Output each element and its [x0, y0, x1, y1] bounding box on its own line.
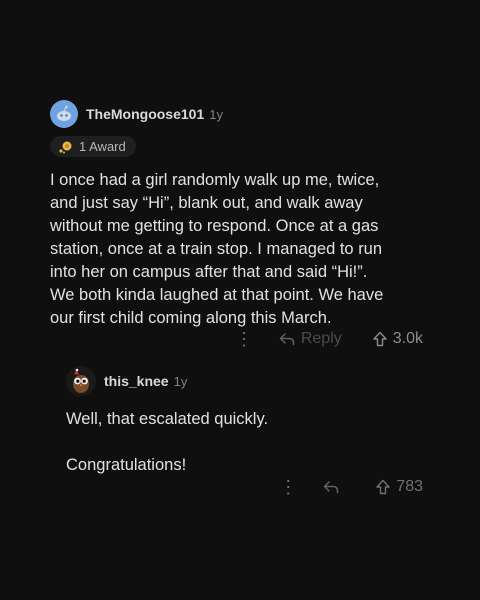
award-icon: [58, 140, 74, 154]
comment-actions: ⋮ 783: [279, 478, 423, 496]
comment-header: this_knee 1y: [66, 366, 430, 396]
reply-button[interactable]: Reply: [279, 330, 342, 348]
username[interactable]: this_knee: [104, 373, 169, 389]
reddit-avatar-icon: [57, 105, 71, 121]
comment-this-knee: this_knee 1y Well, that escalated quickl…: [66, 366, 430, 477]
vote-count: 3.0k: [392, 330, 423, 347]
award-count: 1 Award: [79, 139, 126, 154]
reply-label: Reply: [300, 330, 342, 347]
reply-arrow-icon: [324, 481, 339, 494]
award-badge[interactable]: 1 Award: [50, 136, 136, 157]
comment-themongoose101: TheMongoose101 1y 1 Award I once had a g…: [50, 100, 430, 330]
comment-header: TheMongoose101 1y: [50, 100, 430, 128]
reply-arrow-icon: [279, 333, 295, 346]
vote-count: 783: [396, 478, 423, 495]
comment-age: 1y: [209, 106, 223, 122]
more-options-icon[interactable]: ⋮: [235, 330, 253, 348]
upvote-button[interactable]: 3.0k: [372, 330, 423, 348]
comment-actions: ⋮ Reply 3.0k: [235, 330, 423, 348]
upvote-button[interactable]: 783: [375, 478, 423, 496]
upvote-arrow-icon: [376, 479, 390, 495]
more-options-icon[interactable]: ⋮: [279, 478, 297, 496]
upvote-arrow-icon: [373, 331, 387, 347]
comment-body: I once had a girl randomly walk up me, t…: [50, 170, 384, 327]
comment-body: Well, that escalated quickly. Congratula…: [66, 410, 269, 474]
user-avatar[interactable]: [50, 100, 78, 128]
user-avatar[interactable]: [66, 366, 96, 396]
owl-avatar-icon: [73, 368, 89, 393]
comment-age: 1y: [173, 373, 188, 389]
reply-button[interactable]: [323, 480, 339, 494]
username[interactable]: TheMongoose101: [86, 106, 204, 122]
